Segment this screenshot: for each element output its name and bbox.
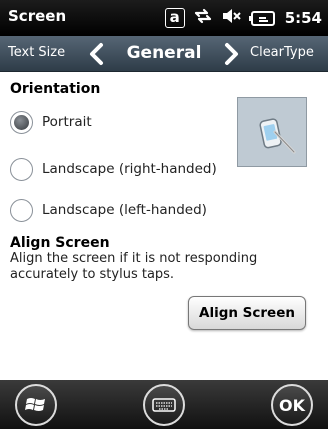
orientation-preview [237,97,307,167]
orientation-heading: Orientation [10,81,101,97]
volume-muted-icon[interactable] [221,6,241,30]
align-screen-description: Align the screen if it is not responding… [10,251,258,282]
windows-flag-icon [25,398,45,411]
radio-landscape-right[interactable]: Landscape (right-handed) [10,156,217,182]
device-rotate-icon [259,118,296,154]
nav-next-label[interactable]: ClearType [250,45,314,60]
connection-arrows-icon[interactable] [193,6,213,30]
align-screen-button[interactable]: Align Screen [188,296,306,330]
align-screen-heading: Align Screen [10,235,110,251]
radio-label: Landscape (left-handed) [42,202,207,218]
radio-button[interactable] [10,198,33,222]
a-key-icon[interactable]: a [164,8,185,28]
status-bar: Screen a 5:54 [0,0,328,36]
keyboard-button[interactable] [143,384,185,426]
radio-portrait[interactable]: Portrait [10,109,92,135]
radio-label: Landscape (right-handed) [42,161,217,177]
keyboard-icon [152,398,176,412]
chevron-right-icon[interactable] [220,42,242,66]
settings-nav-bar: Text Size General ClearType [0,36,328,72]
ok-button[interactable]: OK [271,384,313,426]
battery-icon[interactable] [248,10,277,26]
radio-button[interactable] [10,157,33,181]
status-icons: a 5:54 [164,6,322,30]
start-button[interactable] [15,384,57,426]
radio-landscape-left[interactable]: Landscape (left-handed) [10,197,207,223]
radio-label: Portrait [42,114,92,130]
status-time: 5:54 [284,9,322,27]
status-title: Screen [8,7,67,25]
radio-button-checked[interactable] [10,110,33,134]
bottom-softkey-bar: OK [0,380,328,429]
